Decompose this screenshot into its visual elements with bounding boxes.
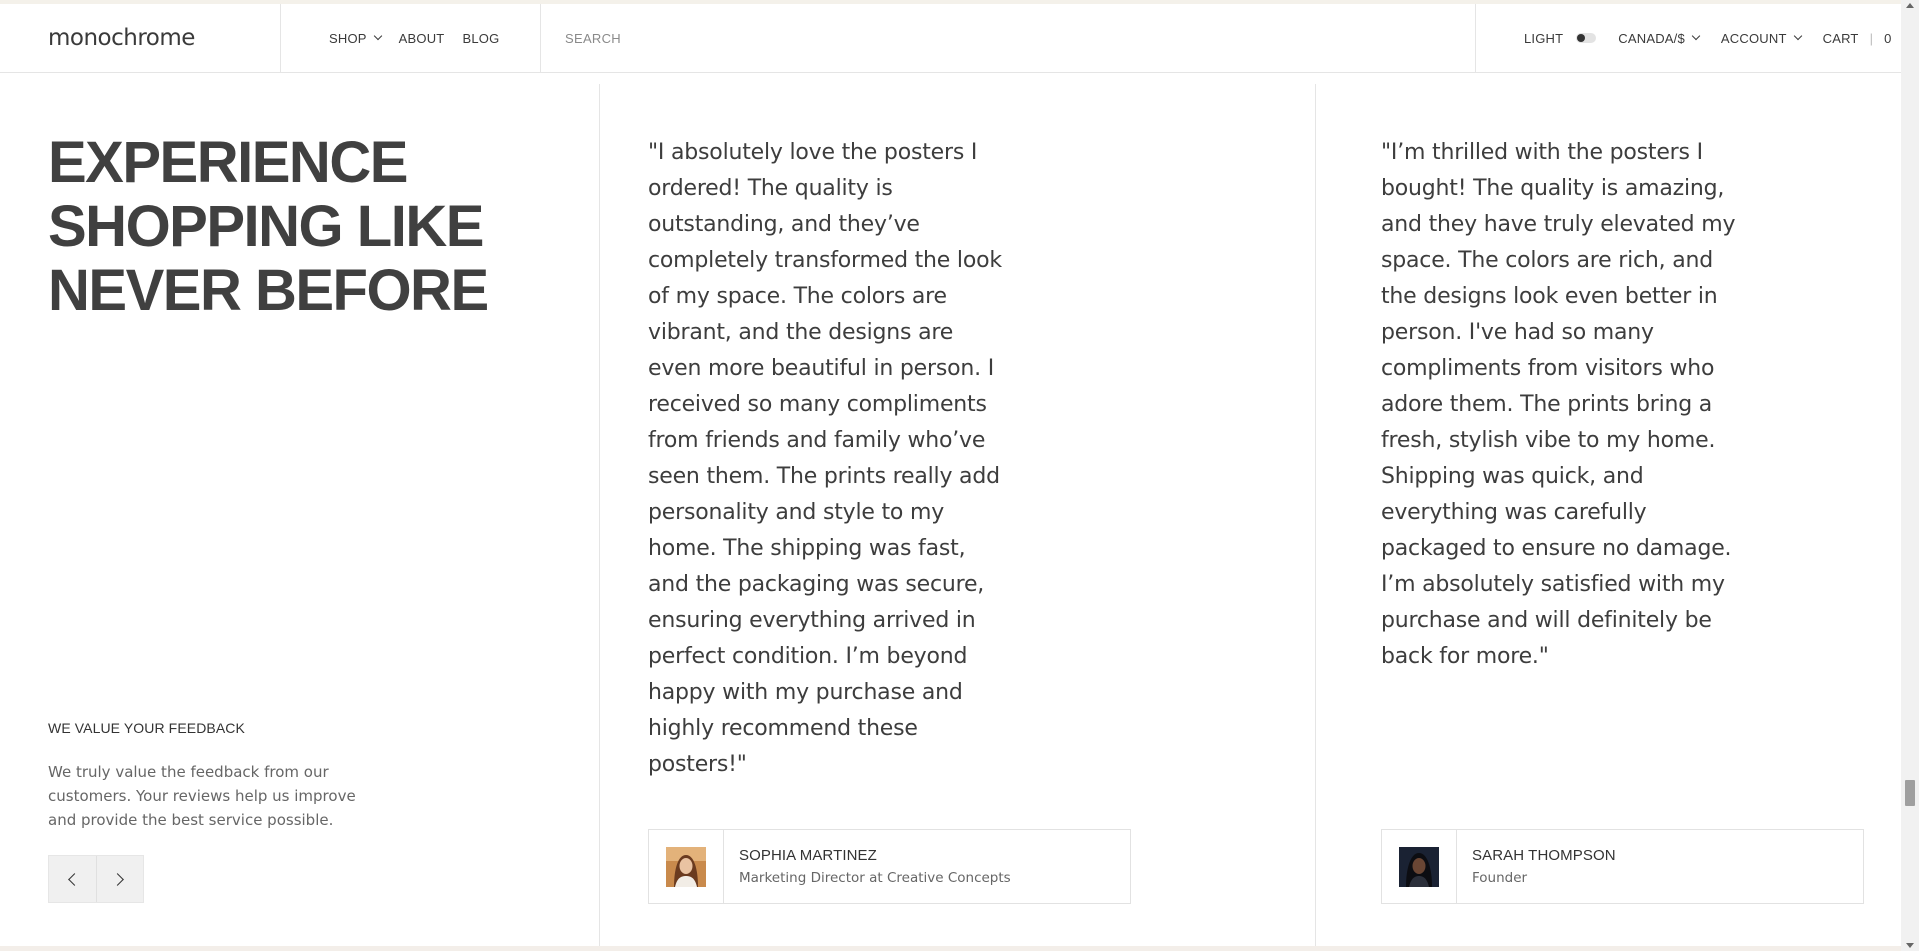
- main-nav: SHOP ABOUT BLOG: [281, 4, 541, 72]
- cart-count: 0: [1884, 30, 1892, 46]
- chevron-down-icon: [1691, 31, 1701, 41]
- scroll-down-icon[interactable]: [1906, 943, 1914, 948]
- scroll-up-icon[interactable]: [1906, 3, 1914, 8]
- next-button[interactable]: [95, 856, 143, 902]
- account-menu[interactable]: ACCOUNT: [1720, 30, 1802, 46]
- theme-toggle[interactable]: LIGHT: [1524, 30, 1597, 46]
- review-card: "I’m thrilled with the posters I bought!…: [1316, 84, 1901, 946]
- currency-selector[interactable]: CANADA/$: [1618, 30, 1701, 46]
- cart-button[interactable]: CART | 0: [1823, 31, 1892, 46]
- toggle-switch-icon: [1576, 33, 1597, 43]
- theme-toggle-label: LIGHT: [1524, 30, 1564, 46]
- cart-label: CART: [1822, 30, 1859, 46]
- author-info: SARAH THOMPSON Founder: [1457, 847, 1616, 886]
- author-info: SOPHIA MARTINEZ Marketing Director at Cr…: [724, 847, 1011, 886]
- nav-item-about[interactable]: ABOUT: [399, 31, 445, 46]
- review-card: "I absolutely love the posters I ordered…: [600, 84, 1316, 946]
- utility-nav: LIGHT CANADA/$ ACCOUNT CART | 0: [1476, 4, 1901, 72]
- avatar-container: [1382, 830, 1457, 903]
- author-role: Founder: [1472, 870, 1528, 886]
- page-title: EXPERIENCE SHOPPING LIKE NEVER BEFORE: [48, 130, 489, 323]
- scrollbar-thumb[interactable]: [1905, 780, 1915, 806]
- avatar: [1399, 846, 1439, 887]
- review-author: SOPHIA MARTINEZ Marketing Director at Cr…: [648, 829, 1131, 904]
- search-input[interactable]: [565, 30, 1475, 46]
- review-quote: "I’m thrilled with the posters I bought!…: [1381, 140, 1736, 669]
- nav-item-shop[interactable]: SHOP: [329, 30, 382, 46]
- author-role: Marketing Director at Creative Concepts: [739, 870, 1011, 886]
- chevron-down-icon: [373, 31, 382, 41]
- cart-separator: |: [1869, 30, 1874, 46]
- chevron-down-icon: [1793, 31, 1802, 41]
- logo-container: monochrome: [0, 4, 281, 72]
- review-quote: "I absolutely love the posters I ordered…: [648, 140, 1002, 777]
- chevron-right-icon: [111, 872, 125, 886]
- chevron-left-icon: [68, 872, 81, 886]
- account-label: ACCOUNT: [1720, 30, 1787, 46]
- author-name: SARAH THOMPSON: [1472, 847, 1616, 864]
- currency-label: CANADA/$: [1618, 30, 1685, 46]
- search-container: [541, 4, 1476, 72]
- site-header: monochrome SHOP ABOUT BLOG LIGHT CANADA/…: [0, 4, 1901, 73]
- bottom-strip: [0, 946, 1901, 951]
- author-name: SOPHIA MARTINEZ: [739, 847, 877, 864]
- feedback-description: We truly value the feedback from our cus…: [48, 763, 356, 829]
- previous-button[interactable]: [49, 856, 96, 902]
- nav-item-label: SHOP: [329, 30, 367, 46]
- intro-column: EXPERIENCE SHOPPING LIKE NEVER BEFORE WE…: [0, 84, 600, 946]
- review-author: SARAH THOMPSON Founder: [1381, 829, 1864, 904]
- feedback-heading: WE VALUE YOUR FEEDBACK: [48, 720, 245, 736]
- slider-controls: [48, 855, 144, 903]
- nav-item-blog[interactable]: BLOG: [462, 31, 499, 46]
- avatar-container: [649, 830, 724, 903]
- site-logo[interactable]: monochrome: [48, 25, 195, 51]
- testimonials-section: EXPERIENCE SHOPPING LIKE NEVER BEFORE WE…: [0, 84, 1901, 946]
- vertical-scrollbar[interactable]: [1901, 0, 1919, 951]
- avatar: [666, 846, 706, 887]
